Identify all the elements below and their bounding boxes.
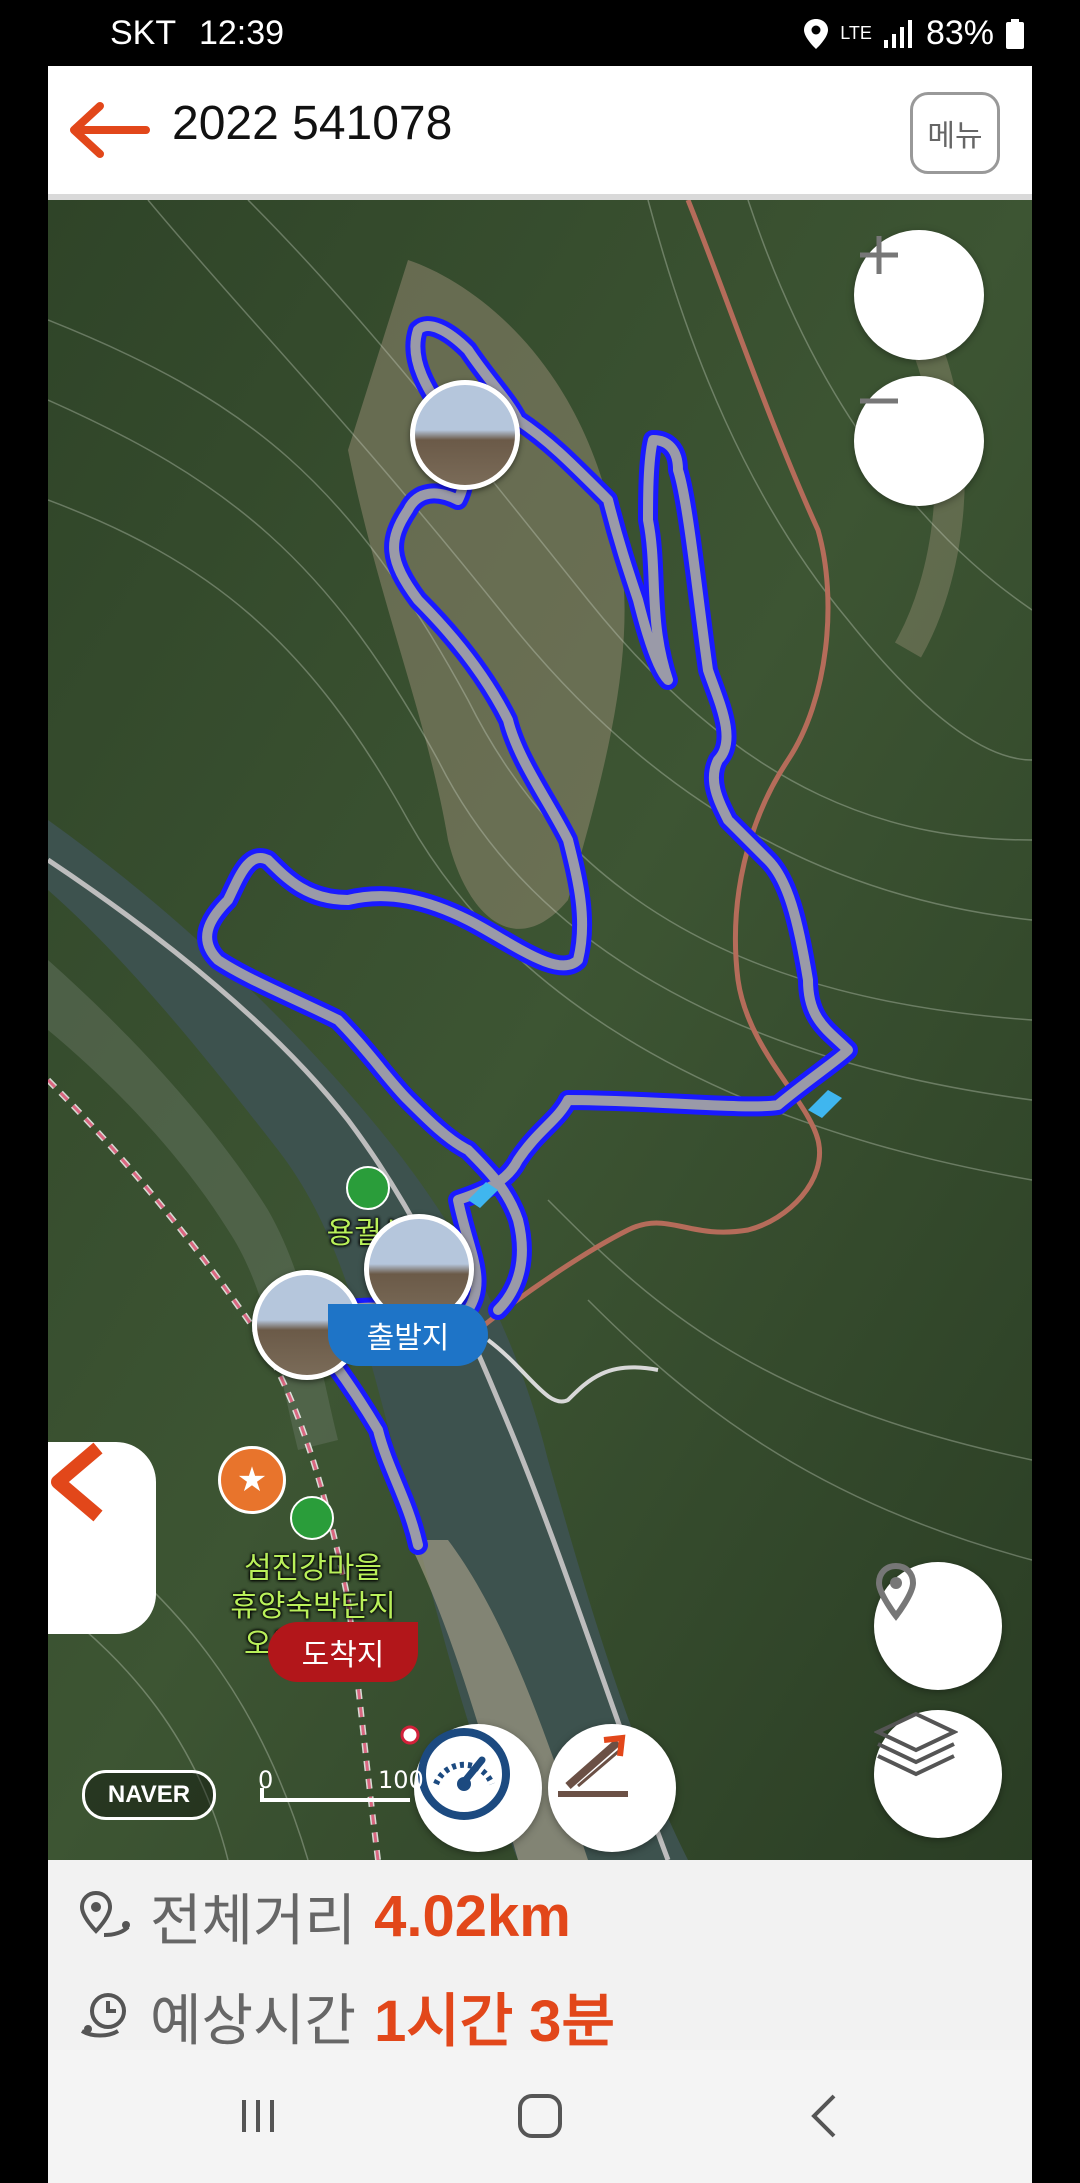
route-distance-icon: [79, 1890, 130, 1937]
home-button[interactable]: [510, 2086, 570, 2146]
app-window: 2022 541078 메뉴 용궐산 섬진강마을 휴양숙박단지 출발지 도착지 …: [48, 66, 1032, 2183]
network-type: LTE: [840, 23, 872, 43]
back-arrow-icon[interactable]: [68, 100, 150, 160]
battery-percent: 83%: [925, 14, 994, 52]
plus-icon: [860, 236, 898, 274]
signal-icon: [883, 19, 912, 48]
back-chevron-icon: [811, 2094, 836, 2138]
photo-marker[interactable]: [410, 380, 520, 490]
battery-icon: [1006, 18, 1024, 49]
system-nav-bar: [48, 2050, 1032, 2183]
clock: 12:39: [198, 14, 285, 52]
star-icon[interactable]: ★: [218, 1446, 286, 1514]
menu-button[interactable]: 메뉴: [910, 92, 1000, 174]
resort-label-line2: 휴양숙박단지: [230, 1589, 396, 1624]
status-left: SKT 12:39: [110, 14, 284, 53]
carrier: SKT: [110, 14, 176, 52]
zoom-out-button[interactable]: [854, 376, 984, 506]
time-label: 예상시간: [150, 1988, 357, 2054]
map-view[interactable]: 용궐산 섬진강마을 휴양숙박단지 오토캠핑장 출발지 도착지 ★: [48, 200, 1032, 1860]
time-value: 1시간 3분: [374, 1989, 615, 2054]
distance-label: 전체거리: [150, 1888, 357, 1954]
minus-icon: [860, 398, 898, 404]
recent-apps-icon: [242, 2100, 274, 2132]
route-summary: 전체거리 4.02km 예상시간 1시간 3분: [48, 1860, 1032, 2054]
chevron-left-icon: [51, 1442, 103, 1522]
my-location-button[interactable]: [874, 1562, 1002, 1690]
page-title: 2022 541078: [172, 97, 453, 150]
end-label[interactable]: 도착지: [268, 1622, 418, 1682]
resort-poi-icon: [290, 1496, 334, 1540]
speedometer-icon: [418, 1728, 510, 1820]
elevation-button[interactable]: [548, 1724, 676, 1852]
zoom-in-button[interactable]: [854, 230, 984, 360]
map-scale: 0 100: [258, 1766, 424, 1802]
naver-logo: NAVER: [82, 1770, 216, 1820]
location-pin-icon: [875, 1562, 917, 1621]
status-bar: SKT 12:39 LTE 83%: [0, 0, 1080, 66]
estimated-time-icon: [80, 1993, 126, 2038]
scale-bar: [260, 1798, 410, 1802]
nav-back-button[interactable]: [794, 2086, 854, 2146]
location-status-icon: [804, 18, 829, 49]
distance-row: 전체거리 4.02km: [78, 1876, 571, 1956]
recent-apps-button[interactable]: [228, 2086, 288, 2146]
header: 2022 541078 메뉴: [48, 66, 1032, 200]
layers-button[interactable]: [874, 1710, 1002, 1838]
start-label[interactable]: 출발지: [328, 1304, 488, 1366]
distance-value: 4.02km: [374, 1883, 571, 1949]
mountain-poi-icon: [346, 1166, 390, 1210]
scale-end: 100: [378, 1766, 424, 1794]
status-right: LTE 83%: [804, 14, 1024, 53]
elevation-graph-icon: [558, 1734, 628, 1797]
time-row: 예상시간 1시간 3분: [78, 1976, 615, 2056]
speed-button[interactable]: [414, 1724, 542, 1852]
resort-label-line1: 섬진강마을: [244, 1551, 382, 1586]
layers-icon: [874, 1711, 958, 1777]
home-icon: [518, 2094, 562, 2138]
side-panel-toggle[interactable]: [48, 1442, 156, 1634]
